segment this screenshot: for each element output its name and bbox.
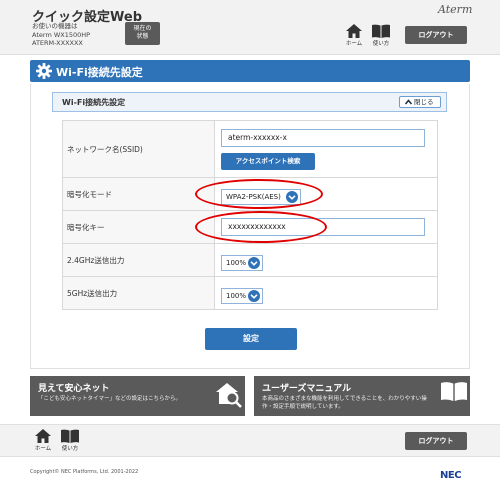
footer-help-button[interactable]: 使い方	[58, 429, 82, 455]
subsection-bar: Wi-Fi接続先設定 閉じる	[52, 92, 447, 112]
home-icon	[35, 429, 51, 443]
book-icon	[372, 24, 390, 38]
footer-home-label: ホーム	[34, 446, 52, 452]
footer-home-button[interactable]: ホーム	[31, 429, 55, 455]
power-24ghz-label: 2.4GHz送信出力	[62, 243, 215, 277]
encryption-key-row: 暗号化キー xxxxxxxxxxxxx	[62, 210, 438, 244]
chevron-up-icon	[405, 99, 412, 105]
home-icon	[346, 24, 362, 38]
footer-logout-button[interactable]: ログアウト	[405, 432, 467, 450]
tile-description-line: 作・設定手順で説明しています。	[262, 404, 344, 410]
footer-bar: ホーム 使い方 ログアウト	[0, 424, 500, 457]
footer-help-label: 使い方	[61, 446, 79, 452]
power-24ghz-value: 100%	[226, 258, 247, 267]
tile-description-line: 本商品のさまざまな機能を利用してできることを、わかりやすい操	[262, 396, 427, 402]
device-name: ATERM-XXXXXX	[32, 39, 83, 47]
encryption-key-label: 暗号化キー	[62, 210, 215, 244]
power-5ghz-row: 5GHz送信出力 100%	[62, 276, 438, 310]
ssid-row: ネットワーク名(SSID) aterm-xxxxxx-x アクセスポイント検索	[62, 120, 438, 178]
section-title: Wi-Fi接続先設定	[56, 66, 143, 79]
encryption-value: WPA2-PSK(AES)	[226, 192, 281, 201]
access-point-search-button[interactable]: アクセスポイント検索	[221, 152, 315, 170]
gear-icon	[36, 63, 52, 79]
power-5ghz-select[interactable]: 100%	[221, 287, 263, 304]
nec-logo: NEC	[440, 470, 462, 481]
help-button[interactable]: 使い方	[369, 24, 393, 50]
current-status-button[interactable]: 現在の 状態	[125, 22, 160, 45]
ssid-input[interactable]: aterm-xxxxxx-x	[221, 128, 425, 147]
encryption-key-input[interactable]: xxxxxxxxxxxxx	[221, 218, 425, 236]
device-model: Aterm WX1500HP	[32, 30, 91, 39]
wifi-settings-table: ネットワーク名(SSID) aterm-xxxxxx-x アクセスポイント検索 …	[62, 120, 438, 310]
home-label: ホーム	[345, 41, 363, 47]
book-icon	[61, 429, 79, 443]
section-title-bar: Wi-Fi接続先設定	[30, 60, 470, 82]
tile-description: 「こども安心ネットタイマー」などの設定はこちらから。	[38, 396, 182, 402]
apply-settings-button[interactable]: 設定	[205, 328, 297, 350]
encryption-row: 暗号化モード WPA2-PSK(AES)	[62, 177, 438, 211]
power-5ghz-value: 100%	[226, 291, 247, 300]
tile-title: 見えて安心ネット	[38, 384, 110, 394]
chevron-down-icon	[286, 190, 298, 203]
brand-logo: Aterm	[438, 3, 473, 16]
power-24ghz-select[interactable]: 100%	[221, 254, 263, 271]
tile-description: 本商品のさまざまな機能を利用してできることを、わかりやすい操 作・設定手順で説明…	[262, 395, 427, 411]
mieteanshin-net-tile[interactable]: 見えて安心ネット 「こども安心ネットタイマー」などの設定はこちらから。	[30, 376, 245, 416]
collapse-label: 閉じる	[414, 98, 434, 106]
device-label: お使いの機器は	[32, 22, 78, 30]
power-5ghz-label: 5GHz送信出力	[62, 276, 215, 310]
copyright: Copyright© NEC Platforms, Ltd. 2001-2022	[30, 469, 139, 475]
collapse-button[interactable]: 閉じる	[399, 96, 441, 108]
subsection-title: Wi-Fi接続先設定	[62, 98, 126, 107]
chevron-down-icon	[248, 289, 260, 302]
encryption-select[interactable]: WPA2-PSK(AES)	[221, 188, 301, 205]
help-label: 使い方	[372, 41, 390, 47]
encryption-label: 暗号化モード	[62, 177, 215, 211]
users-manual-tile[interactable]: ユーザーズマニュアル 本商品のさまざまな機能を利用してできることを、わかりやすい…	[254, 376, 470, 416]
tile-title: ユーザーズマニュアル	[262, 384, 352, 394]
chevron-down-icon	[248, 256, 260, 269]
power-24ghz-row: 2.4GHz送信出力 100%	[62, 243, 438, 277]
header: クイック設定Web お使いの機器は Aterm WX1500HP ATERM-X…	[0, 0, 500, 55]
device-info: お使いの機器は Aterm WX1500HP ATERM-XXXXXX	[32, 22, 90, 48]
home-search-icon	[216, 383, 242, 408]
logout-button[interactable]: ログアウト	[405, 26, 467, 44]
book-icon	[441, 382, 467, 401]
ssid-label: ネットワーク名(SSID)	[62, 120, 215, 178]
home-button[interactable]: ホーム	[342, 24, 366, 50]
